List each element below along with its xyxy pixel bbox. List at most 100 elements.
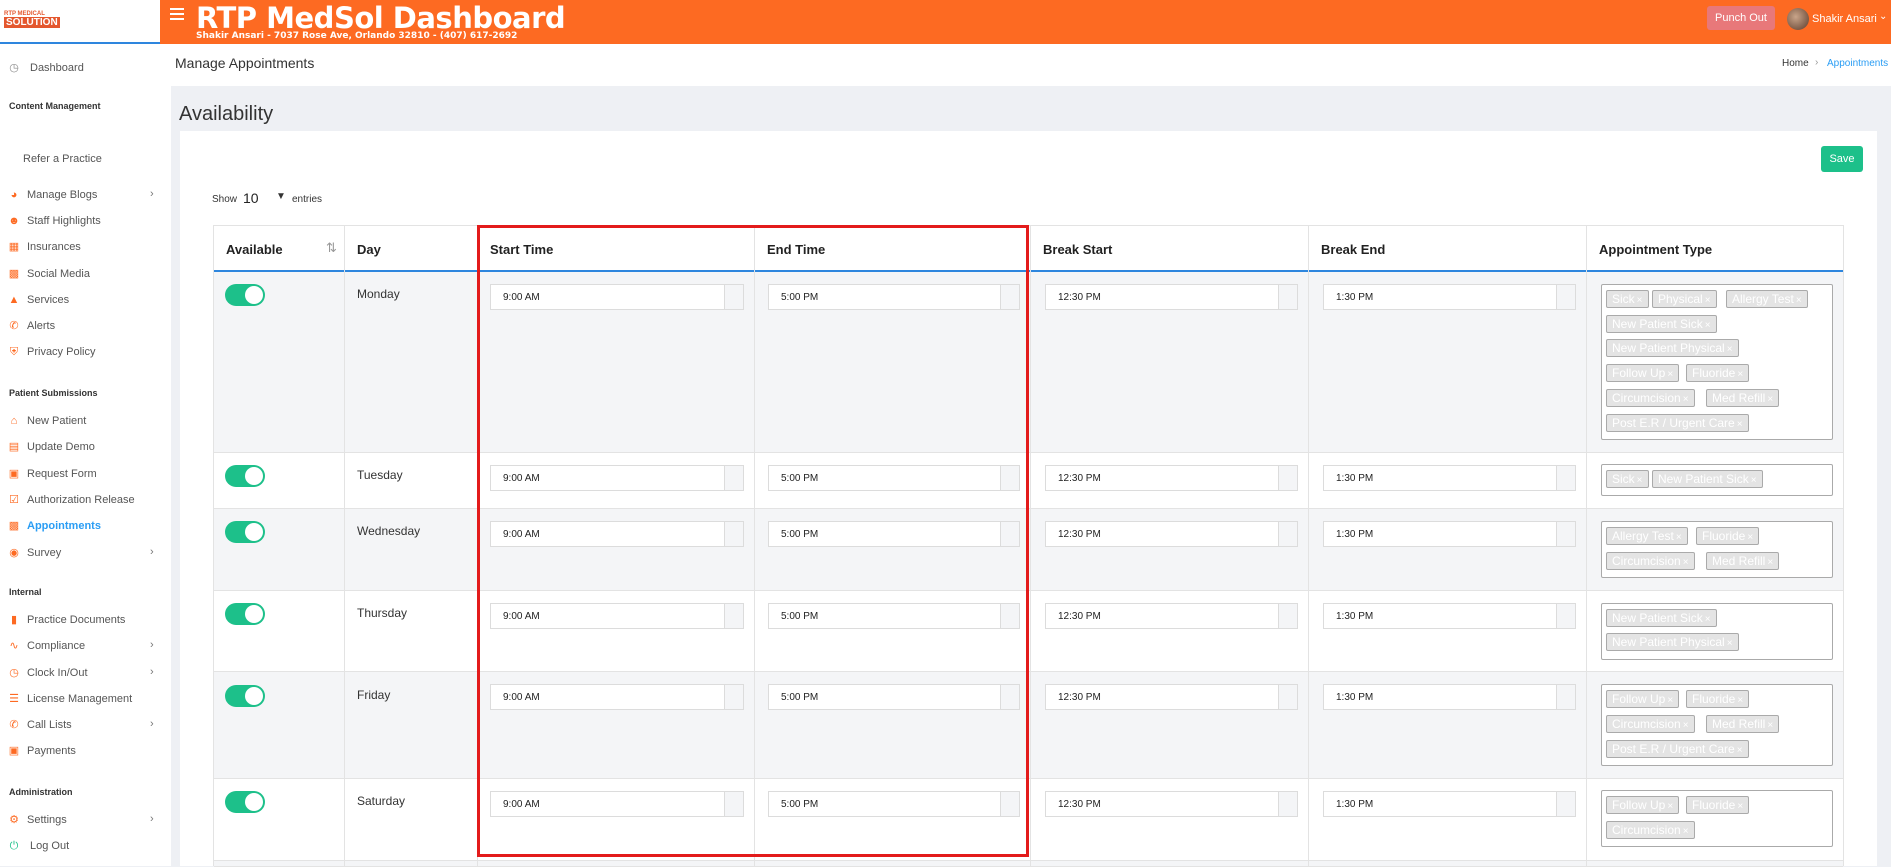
clock-icon[interactable] xyxy=(1556,685,1575,709)
sidebar-item-clock-in-out[interactable]: ◷ Clock In/Out › xyxy=(0,665,171,685)
remove-tag-icon[interactable]: × xyxy=(1637,295,1643,306)
sidebar-item-update-demo[interactable]: ▤ Update Demo xyxy=(0,439,171,459)
remove-tag-icon[interactable]: × xyxy=(1767,720,1773,731)
available-toggle[interactable] xyxy=(225,284,265,306)
appointment-type-tag[interactable]: Fluoride × xyxy=(1686,796,1750,814)
appointment-type-tag[interactable]: Sick × xyxy=(1606,290,1649,308)
column-header-break-start[interactable]: Break Start xyxy=(1031,226,1309,271)
remove-tag-icon[interactable]: × xyxy=(1767,557,1773,568)
sidebar-item-services[interactable]: ▲ Services xyxy=(0,292,171,312)
remove-tag-icon[interactable]: × xyxy=(1747,532,1753,543)
remove-tag-icon[interactable]: × xyxy=(1737,801,1743,812)
available-toggle[interactable] xyxy=(225,603,265,625)
available-toggle[interactable] xyxy=(225,521,265,543)
sort-icon[interactable]: ⇅ xyxy=(326,240,337,256)
chevron-down-icon[interactable]: ⌄ xyxy=(1879,11,1887,22)
break-start-input[interactable]: 12:30 PM xyxy=(1045,603,1298,629)
avatar[interactable] xyxy=(1787,8,1809,30)
appointment-type-tag[interactable]: New Patient Sick × xyxy=(1652,470,1763,488)
remove-tag-icon[interactable]: × xyxy=(1737,419,1743,430)
break-start-input[interactable]: 12:30 PM xyxy=(1045,465,1298,491)
remove-tag-icon[interactable]: × xyxy=(1683,394,1689,405)
remove-tag-icon[interactable]: × xyxy=(1683,557,1689,568)
clock-icon[interactable] xyxy=(1556,466,1575,490)
sidebar-item-compliance[interactable]: ∿ Compliance › xyxy=(0,638,171,658)
appointment-type-tag[interactable]: Med Refill × xyxy=(1706,552,1780,570)
remove-tag-icon[interactable]: × xyxy=(1637,475,1643,486)
clock-icon[interactable] xyxy=(1278,604,1297,628)
column-header-day[interactable]: Day xyxy=(345,226,478,271)
clock-icon[interactable] xyxy=(1278,285,1297,309)
sidebar-item-dashboard[interactable]: ◷ Dashboard xyxy=(0,60,171,80)
appointment-type-tag[interactable]: Fluoride × xyxy=(1696,527,1760,545)
chevron-down-icon[interactable]: ▼ xyxy=(276,191,286,202)
sidebar-item-insurances[interactable]: ▦ Insurances xyxy=(0,239,171,259)
appointment-type-tag[interactable]: Circumcision × xyxy=(1606,552,1695,570)
appointment-type-tag[interactable]: Follow Up × xyxy=(1606,364,1680,382)
appointment-type-tag[interactable]: Follow Up × xyxy=(1606,690,1680,708)
sidebar-item-log-out[interactable]: ⏻ Log Out xyxy=(0,838,171,858)
break-end-input[interactable]: 1:30 PM xyxy=(1323,603,1576,629)
entries-select[interactable]: 10 xyxy=(243,190,259,206)
break-end-input[interactable]: 1:30 PM xyxy=(1323,284,1576,310)
menu-toggle-icon[interactable] xyxy=(170,8,184,20)
appointment-type-tag[interactable]: Fluoride × xyxy=(1686,364,1750,382)
break-start-input[interactable]: 12:30 PM xyxy=(1045,791,1298,817)
sidebar-item-manage-blogs[interactable]: ◕ Manage Blogs › xyxy=(0,187,171,207)
appointment-type-tag[interactable]: New Patient Sick × xyxy=(1606,315,1717,333)
column-header-appointment-type[interactable]: Appointment Type xyxy=(1587,226,1843,271)
remove-tag-icon[interactable]: × xyxy=(1705,295,1711,306)
break-start-input[interactable]: 12:30 PM xyxy=(1045,284,1298,310)
remove-tag-icon[interactable]: × xyxy=(1737,369,1743,380)
remove-tag-icon[interactable]: × xyxy=(1705,614,1711,625)
clock-icon[interactable] xyxy=(1556,604,1575,628)
appointment-type-tag[interactable]: Post E.R / Urgent Care × xyxy=(1606,740,1749,758)
appointment-type-tag[interactable]: New Patient Sick × xyxy=(1606,609,1717,627)
available-toggle[interactable] xyxy=(225,465,265,487)
logo[interactable]: RTP MEDICAL SOLUTION xyxy=(0,0,160,44)
remove-tag-icon[interactable]: × xyxy=(1796,295,1802,306)
break-end-input[interactable]: 1:30 PM xyxy=(1323,791,1576,817)
appointment-type-tag[interactable]: Physical × xyxy=(1652,290,1717,308)
appointment-type-tag[interactable]: Circumcision × xyxy=(1606,389,1695,407)
column-header-available[interactable]: Available ⇅ xyxy=(214,226,345,271)
appointment-type-tag[interactable]: Med Refill × xyxy=(1706,715,1780,733)
sidebar-item-authorization-release[interactable]: ☑ Authorization Release xyxy=(0,492,171,512)
clock-icon[interactable] xyxy=(1556,792,1575,816)
break-end-input[interactable]: 1:30 PM xyxy=(1323,521,1576,547)
sidebar-item-settings[interactable]: ⚙ Settings › xyxy=(0,812,171,832)
remove-tag-icon[interactable]: × xyxy=(1667,695,1673,706)
appointment-type-tag[interactable]: Follow Up × xyxy=(1606,796,1680,814)
appointment-type-tag[interactable]: Post E.R / Urgent Care × xyxy=(1606,414,1749,432)
remove-tag-icon[interactable]: × xyxy=(1767,394,1773,405)
remove-tag-icon[interactable]: × xyxy=(1727,344,1733,355)
sidebar-item-request-form[interactable]: ▣ Request Form xyxy=(0,466,171,486)
available-toggle[interactable] xyxy=(225,791,265,813)
user-name[interactable]: Shakir Ansari xyxy=(1812,13,1877,25)
appointment-type-tag[interactable]: Allergy Test × xyxy=(1606,527,1688,545)
clock-icon[interactable] xyxy=(1556,522,1575,546)
break-end-input[interactable]: 1:30 PM xyxy=(1323,684,1576,710)
appointment-type-tag[interactable]: Fluoride × xyxy=(1686,690,1750,708)
remove-tag-icon[interactable]: × xyxy=(1705,320,1711,331)
appointment-type-tag[interactable]: New Patient Physical × xyxy=(1606,633,1739,651)
clock-icon[interactable] xyxy=(1278,522,1297,546)
sidebar-item-call-lists[interactable]: ✆ Call Lists › xyxy=(0,717,171,737)
clock-icon[interactable] xyxy=(1278,466,1297,490)
sidebar-item-privacy-policy[interactable]: ⛨ Privacy Policy xyxy=(0,344,171,364)
sidebar-item-practice-documents[interactable]: ▮ Practice Documents xyxy=(0,612,171,632)
remove-tag-icon[interactable]: × xyxy=(1737,695,1743,706)
sidebar-item-new-patient[interactable]: ⌂ New Patient xyxy=(0,413,171,433)
remove-tag-icon[interactable]: × xyxy=(1683,826,1689,837)
appointment-type-tag[interactable]: Med Refill × xyxy=(1706,389,1780,407)
remove-tag-icon[interactable]: × xyxy=(1727,638,1733,649)
clock-icon[interactable] xyxy=(1278,792,1297,816)
sidebar-item-alerts[interactable]: ✆ Alerts xyxy=(0,318,171,338)
appointment-type-tag[interactable]: Allergy Test × xyxy=(1726,290,1808,308)
remove-tag-icon[interactable]: × xyxy=(1683,720,1689,731)
sidebar-item-refer-a-practice[interactable]: Refer a Practice xyxy=(0,151,171,171)
column-header-break-end[interactable]: Break End xyxy=(1309,226,1587,271)
sidebar-item-license-management[interactable]: ☰ License Management xyxy=(0,691,171,711)
break-end-input[interactable]: 1:30 PM xyxy=(1323,465,1576,491)
remove-tag-icon[interactable]: × xyxy=(1751,475,1757,486)
